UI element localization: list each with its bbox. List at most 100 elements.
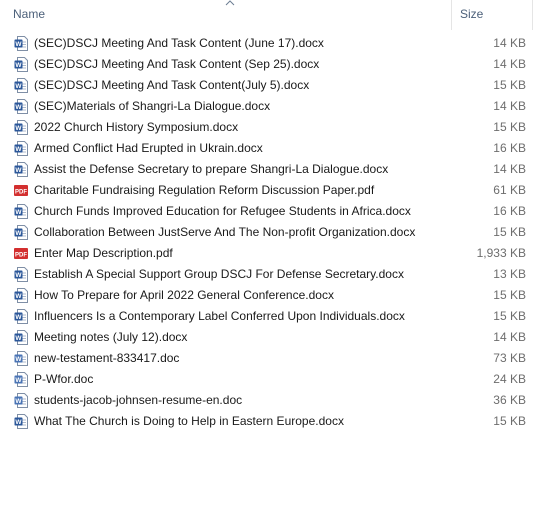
file-size: 16 KB xyxy=(493,204,526,218)
file-size: 15 KB xyxy=(493,120,526,134)
svg-text:W: W xyxy=(15,356,22,363)
file-size: 14 KB xyxy=(493,36,526,50)
file-size: 15 KB xyxy=(493,288,526,302)
word-docx-icon: W xyxy=(14,141,28,156)
svg-text:W: W xyxy=(15,83,22,90)
svg-text:W: W xyxy=(15,314,22,321)
svg-text:W: W xyxy=(15,272,22,279)
file-size: 15 KB xyxy=(493,414,526,428)
file-row[interactable]: PDF Enter Map Description.pdf 1,933 KB xyxy=(0,243,540,264)
file-size: 36 KB xyxy=(493,393,526,407)
svg-text:W: W xyxy=(15,377,22,384)
file-name: How To Prepare for April 2022 General Co… xyxy=(34,288,334,302)
file-name: (SEC)DSCJ Meeting And Task Content (Sep … xyxy=(34,57,320,71)
name-column-header[interactable]: Name xyxy=(0,0,452,30)
size-column-header[interactable]: Size xyxy=(453,0,533,30)
file-name: (SEC)Materials of Shangri-La Dialogue.do… xyxy=(34,99,271,113)
svg-text:W: W xyxy=(15,209,22,216)
file-row[interactable]: W 2022 Church History Symposium.docx 15 KB xyxy=(0,117,540,138)
file-name: 2022 Church History Symposium.docx xyxy=(34,120,239,134)
file-name: P-Wfor.doc xyxy=(34,372,94,386)
file-size: 24 KB xyxy=(493,372,526,386)
word-docx-icon: W xyxy=(14,267,28,282)
file-size: 16 KB xyxy=(493,141,526,155)
word-docx-icon: W xyxy=(14,309,28,324)
file-name: Church Funds Improved Education for Refu… xyxy=(34,204,411,218)
svg-text:W: W xyxy=(15,104,22,111)
file-row[interactable]: W Church Funds Improved Education for Ref… xyxy=(0,201,540,222)
file-name: Establish A Special Support Group DSCJ F… xyxy=(34,267,404,281)
word-docx-icon: W xyxy=(14,414,28,429)
file-size: 14 KB xyxy=(493,330,526,344)
word-docx-icon: W xyxy=(14,78,28,93)
file-size: 15 KB xyxy=(493,309,526,323)
file-row[interactable]: W How To Prepare for April 2022 General C… xyxy=(0,285,540,306)
word-doc-icon: W xyxy=(14,351,28,366)
file-row[interactable]: W Meeting notes (July 12).docx 14 KB xyxy=(0,327,540,348)
word-doc-icon: W xyxy=(14,372,28,387)
file-name: Charitable Fundraising Regulation Reform… xyxy=(34,183,375,197)
size-column-label: Size xyxy=(460,7,484,21)
file-name: What The Church is Doing to Help in East… xyxy=(34,414,344,428)
svg-text:W: W xyxy=(15,419,22,426)
svg-text:W: W xyxy=(15,335,22,342)
file-row[interactable]: W Influencers Is a Contemporary Label Con… xyxy=(0,306,540,327)
file-size: 73 KB xyxy=(493,351,526,365)
file-row[interactable]: W Armed Conflict Had Erupted in Ukrain.do… xyxy=(0,138,540,159)
svg-text:W: W xyxy=(15,41,22,48)
file-size: 15 KB xyxy=(493,225,526,239)
file-size: 14 KB xyxy=(493,162,526,176)
word-docx-icon: W xyxy=(14,204,28,219)
column-header-bar: Name Size xyxy=(0,0,540,30)
word-docx-icon: W xyxy=(14,36,28,51)
word-docx-icon: W xyxy=(14,99,28,114)
file-name: Meeting notes (July 12).docx xyxy=(34,330,188,344)
word-docx-icon: W xyxy=(14,162,28,177)
file-list: W (SEC)DSCJ Meeting And Task Content (Jun… xyxy=(0,33,540,432)
svg-text:W: W xyxy=(15,167,22,174)
pdf-icon: PDF xyxy=(14,185,28,196)
file-size: 14 KB xyxy=(493,57,526,71)
file-row[interactable]: W What The Church is Doing to Help in Eas… xyxy=(0,411,540,432)
file-row[interactable]: W (SEC)Materials of Shangri-La Dialogue.d… xyxy=(0,96,540,117)
file-row[interactable]: W P-Wfor.doc 24 KB xyxy=(0,369,540,390)
file-size: 13 KB xyxy=(493,267,526,281)
word-docx-icon: W xyxy=(14,57,28,72)
file-row[interactable]: W Collaboration Between JustServe And The… xyxy=(0,222,540,243)
file-row[interactable]: W (SEC)DSCJ Meeting And Task Content(July… xyxy=(0,75,540,96)
file-name: new-testament-833417.doc xyxy=(34,351,180,365)
file-size: 61 KB xyxy=(493,183,526,197)
svg-text:PDF: PDF xyxy=(15,190,27,196)
file-row[interactable]: W (SEC)DSCJ Meeting And Task Content (Jun… xyxy=(0,33,540,54)
file-name: (SEC)DSCJ Meeting And Task Content (June… xyxy=(34,36,324,50)
file-row[interactable]: PDF Charitable Fundraising Regulation Ref… xyxy=(0,180,540,201)
file-row[interactable]: Wnew-testament-833417.doc 73 KB xyxy=(0,348,540,369)
svg-text:W: W xyxy=(15,62,22,69)
file-row[interactable]: Wstudents-jacob-johnsen-resume-en.doc 36 … xyxy=(0,390,540,411)
file-size: 15 KB xyxy=(493,78,526,92)
word-docx-icon: W xyxy=(14,120,28,135)
svg-text:W: W xyxy=(15,146,22,153)
file-name: Influencers Is a Contemporary Label Conf… xyxy=(34,309,405,323)
file-row[interactable]: W (SEC)DSCJ Meeting And Task Content (Sep… xyxy=(0,54,540,75)
sort-ascending-icon xyxy=(225,0,235,6)
file-name: students-jacob-johnsen-resume-en.doc xyxy=(34,393,243,407)
file-row[interactable]: W Establish A Special Support Group DSCJ … xyxy=(0,264,540,285)
word-doc-icon: W xyxy=(14,393,28,408)
pdf-icon: PDF xyxy=(14,248,28,259)
file-name: Enter Map Description.pdf xyxy=(34,246,173,260)
file-name: Assist the Defense Secretary to prepare … xyxy=(34,162,389,176)
name-column-label: Name xyxy=(13,7,46,21)
word-docx-icon: W xyxy=(14,288,28,303)
svg-text:PDF: PDF xyxy=(15,253,27,259)
file-name: Armed Conflict Had Erupted in Ukrain.doc… xyxy=(34,141,263,155)
word-docx-icon: W xyxy=(14,330,28,345)
file-name: Collaboration Between JustServe And The … xyxy=(34,225,416,239)
file-size: 14 KB xyxy=(493,99,526,113)
svg-text:W: W xyxy=(15,293,22,300)
file-row[interactable]: W Assist the Defense Secretary to prepare… xyxy=(0,159,540,180)
word-docx-icon: W xyxy=(14,225,28,240)
file-name: (SEC)DSCJ Meeting And Task Content(July … xyxy=(34,78,310,92)
svg-text:W: W xyxy=(15,398,22,405)
svg-text:W: W xyxy=(15,230,22,237)
